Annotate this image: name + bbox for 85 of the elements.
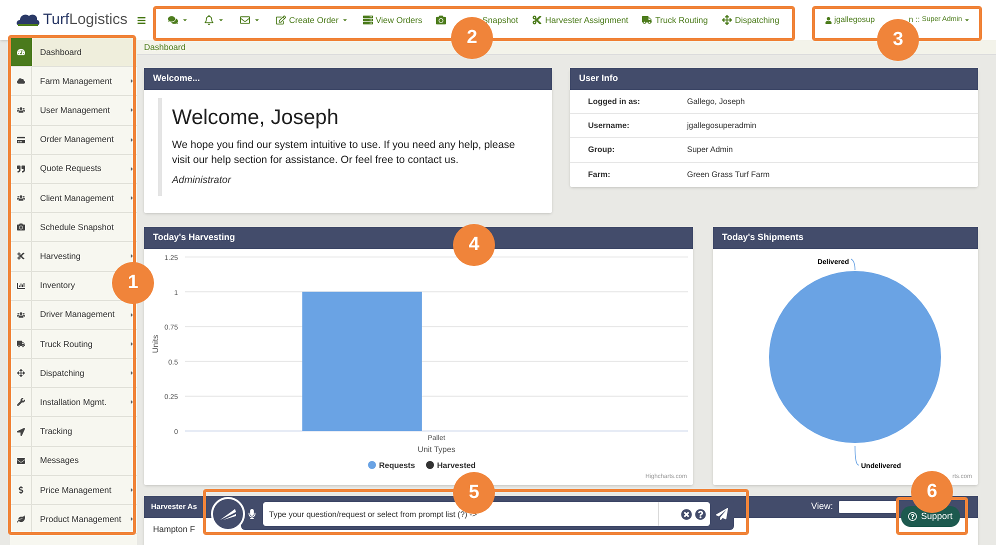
- panel-header: User Info: [570, 68, 978, 90]
- camera-icon: [16, 223, 24, 232]
- caret-icon: [964, 17, 970, 23]
- table-cell-text: Hampton F: [152, 523, 196, 536]
- scissors-icon: [16, 252, 24, 260]
- question-icon: [908, 512, 917, 521]
- axis-title: Unit Types: [418, 445, 456, 454]
- logo-text: TurfLogistics: [43, 10, 128, 30]
- nav-link[interactable]: View Orders: [356, 8, 430, 32]
- info-label: Username:: [587, 120, 630, 132]
- microphone-icon[interactable]: [247, 509, 257, 519]
- camera-icon: [436, 15, 446, 25]
- dollar-icon: [16, 486, 24, 494]
- edit-icon: [276, 15, 286, 25]
- sidebar-item[interactable]: Farm Management: [10, 67, 137, 96]
- cloud-icon: [16, 77, 24, 86]
- bell-icon: [204, 15, 214, 25]
- info-value: Green Grass Turf Farm: [687, 168, 770, 181]
- leader-line: [854, 446, 860, 466]
- scissors-icon: [532, 15, 542, 25]
- caret-icon: [218, 17, 224, 23]
- menu-icon[interactable]: [137, 16, 146, 24]
- signature: Administrator: [172, 174, 232, 188]
- panel-header: Today's Shipments: [713, 227, 978, 249]
- arrows-icon: [722, 15, 732, 25]
- user-icon: [825, 16, 832, 24]
- list-icon: [362, 15, 373, 25]
- nav-menu[interactable]: Create Order: [268, 8, 356, 32]
- panel-header: Welcome...: [144, 68, 552, 90]
- legend-label[interactable]: Requests: [379, 461, 416, 470]
- nav-link[interactable]: Truck Routing: [635, 8, 715, 32]
- quote-icon: [16, 164, 24, 173]
- wrench-icon: [16, 398, 24, 406]
- sidebar-item[interactable]: User Management: [10, 96, 137, 126]
- nav-link[interactable]: Dispatching: [714, 8, 786, 32]
- truck-icon: [642, 15, 652, 25]
- welcome-text: We hope you find our system intuitive to use. If you need any help, please visit our help section for assistance. Or feel free to contact us.: [172, 138, 516, 168]
- sidebar-item[interactable]: Driver Management: [10, 300, 137, 330]
- bar-chart-icon: [16, 282, 24, 290]
- caret-icon: [342, 17, 348, 23]
- sidebar-item[interactable]: Order Management: [10, 126, 137, 155]
- sidebar-item[interactable]: Truck Routing: [10, 330, 137, 360]
- users-icon: [16, 106, 24, 114]
- arrow-icon: [16, 428, 24, 436]
- info-value: Super Admin: [687, 144, 733, 156]
- sidebar-item[interactable]: Quote Requests: [10, 154, 137, 184]
- sidebar-item[interactable]: Messages: [10, 446, 137, 476]
- view-label: View:: [811, 500, 833, 514]
- axis-title: Units: [151, 334, 160, 354]
- sidebar-item[interactable]: Dashboard: [10, 38, 137, 68]
- truck-icon: [16, 340, 24, 348]
- clear-icon[interactable]: [681, 508, 692, 520]
- help-icon[interactable]: [695, 508, 706, 520]
- leader-line: [850, 258, 856, 270]
- info-value: Gallego, Joseph: [687, 96, 745, 108]
- sidebar-item[interactable]: Price Management: [10, 476, 137, 505]
- sidebar-item[interactable]: Installation Mgmt.: [10, 388, 137, 418]
- caret-icon: [254, 17, 260, 23]
- caret-icon: [182, 17, 188, 23]
- envelope-icon: [16, 456, 24, 465]
- sidebar-item[interactable]: Client Management: [10, 184, 137, 214]
- sidebar-item[interactable]: Tracking: [10, 417, 137, 447]
- chat-icon: [168, 15, 178, 25]
- info-value: jgallegosuperadmin: [687, 120, 756, 132]
- send-icon[interactable]: [716, 508, 728, 520]
- sidebar-item[interactable]: Schedule Snapshot: [10, 213, 137, 242]
- info-label: Farm:: [587, 168, 612, 181]
- arrows-icon: [16, 369, 24, 378]
- legend-marker: [426, 461, 434, 469]
- nav-link[interactable]: Harvester Assignment: [525, 8, 636, 32]
- leaf-icon: [16, 515, 24, 524]
- view-select[interactable]: [839, 501, 899, 513]
- cloud-logo-icon: [16, 12, 40, 28]
- info-label: Group:: [587, 144, 616, 156]
- envelope-icon: [240, 15, 250, 25]
- users-icon: [16, 310, 24, 319]
- legend-label[interactable]: Harvested: [437, 461, 476, 470]
- users-icon: [16, 194, 24, 202]
- welcome-heading: Welcome, Joseph: [172, 105, 340, 131]
- card-icon: [16, 136, 24, 144]
- legend-marker: [368, 461, 376, 469]
- sidebar-item[interactable]: Dispatching: [10, 359, 137, 388]
- info-label: Logged in as:: [587, 96, 641, 108]
- gauge-icon: [17, 48, 25, 56]
- breadcrumb-link[interactable]: Dashboard: [144, 40, 186, 54]
